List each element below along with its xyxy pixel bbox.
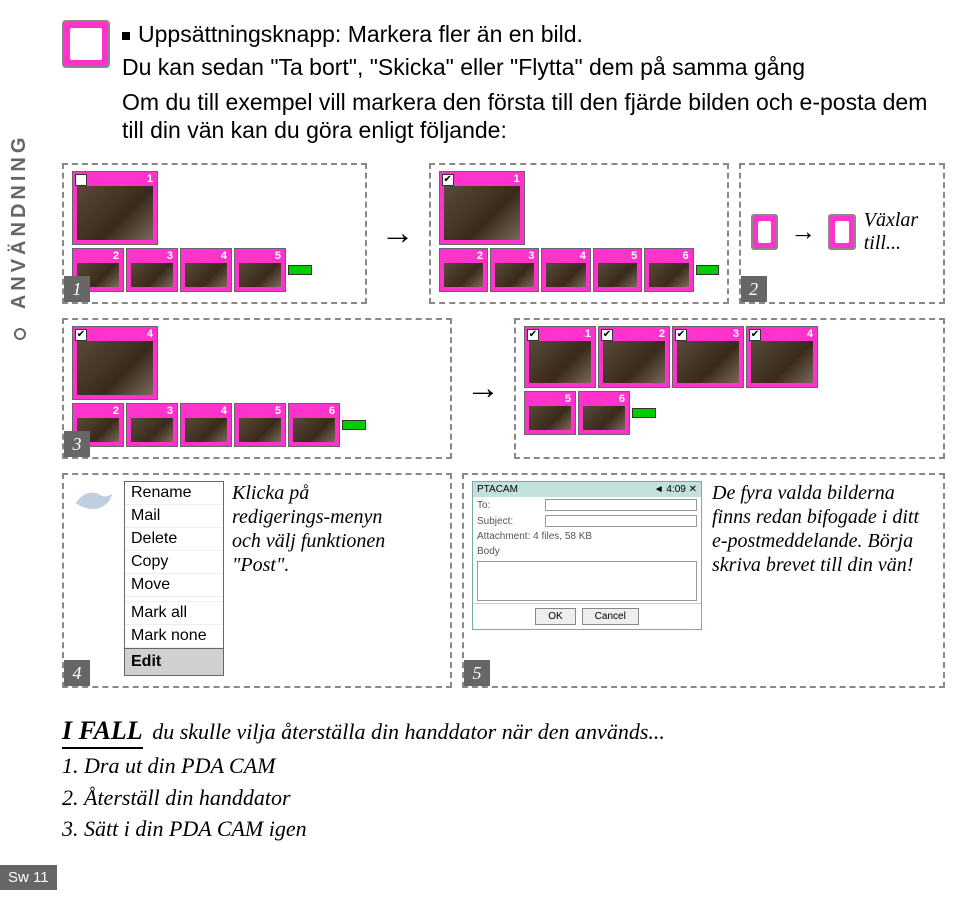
thumbnail: ✔4 bbox=[72, 326, 158, 400]
email-body-input[interactable] bbox=[477, 561, 697, 601]
thumbnail: 6 bbox=[644, 248, 693, 292]
email-body-label: Body bbox=[477, 546, 541, 557]
mode-a-icon bbox=[751, 214, 779, 250]
step-number: 4 bbox=[64, 660, 90, 686]
step-number: 2 bbox=[741, 276, 767, 302]
thumbnail: 3 bbox=[490, 248, 539, 292]
menu-item-marknone[interactable]: Mark none bbox=[125, 625, 223, 648]
step-1b-strip: ✔1 2 3 4 5 6 bbox=[429, 163, 729, 304]
email-to-input[interactable] bbox=[545, 499, 697, 511]
ifail-rest: du skulle vilja återställa din handdator… bbox=[152, 719, 665, 744]
arrow-icon: → bbox=[786, 216, 820, 247]
email-attach-label: Attachment: 4 files, 58 KB bbox=[477, 531, 592, 542]
thumbnail: 3 bbox=[126, 248, 178, 292]
thumbnail: 5 bbox=[234, 403, 286, 447]
step-3b-strip: ✔1 ✔2 ✔3 ✔4 5 6 bbox=[514, 318, 945, 459]
thumbnail: 5 bbox=[234, 248, 286, 292]
email-cancel-button[interactable]: Cancel bbox=[582, 608, 639, 625]
thumbnail: 5 bbox=[524, 391, 576, 435]
dove-icon bbox=[72, 481, 116, 525]
menu-item-markall[interactable]: Mark all bbox=[125, 602, 223, 625]
intro-text: Uppsättningsknapp: Markera fler än en bi… bbox=[122, 20, 945, 145]
thumbnail: ✔3 bbox=[672, 326, 744, 388]
step-number: 3 bbox=[64, 431, 90, 457]
thumbnail: 2 bbox=[439, 248, 488, 292]
email-app-title: PTACAM bbox=[477, 484, 518, 495]
battery-icon bbox=[342, 420, 366, 430]
thumbnail: ✔1 bbox=[524, 326, 596, 388]
ifail-step2: 2. Återställ din handdator bbox=[62, 782, 945, 814]
step-number: 5 bbox=[464, 660, 490, 686]
menu-item-move[interactable]: Move bbox=[125, 574, 223, 597]
thumbnail: 3 bbox=[126, 403, 178, 447]
email-to-label: To: bbox=[477, 500, 541, 511]
thumbnail: ✔2 bbox=[598, 326, 670, 388]
thumbnail: 6 bbox=[288, 403, 340, 447]
thumbnail: 1 bbox=[72, 171, 158, 245]
battery-icon bbox=[696, 265, 719, 275]
thumbnail: 4 bbox=[541, 248, 590, 292]
thumbnail: ✔1 bbox=[439, 171, 525, 245]
step-2-panel: → Växlar till... 2 bbox=[739, 163, 945, 304]
intro-block: Uppsättningsknapp: Markera fler än en bi… bbox=[62, 20, 945, 145]
thumbnail: 4 bbox=[180, 248, 232, 292]
menu-item-mail[interactable]: Mail bbox=[125, 505, 223, 528]
ifail-head: I FALL bbox=[62, 716, 143, 749]
ifail-step1: 1. Dra ut din PDA CAM bbox=[62, 750, 945, 782]
arrow-icon: → bbox=[462, 369, 504, 408]
edit-menu[interactable]: Rename Mail Delete Copy Move Mark all Ma… bbox=[124, 481, 224, 676]
battery-icon bbox=[632, 408, 656, 418]
sidebar-circle-icon bbox=[14, 328, 26, 340]
step4-text: Klicka på redigerings-menyn och välj fun… bbox=[232, 481, 412, 577]
thumbnail: ✔4 bbox=[746, 326, 818, 388]
menu-edit-button[interactable]: Edit bbox=[125, 648, 223, 675]
email-subject-label: Subject: bbox=[477, 516, 541, 527]
toggle-note: Växlar till... bbox=[864, 209, 935, 255]
arrow-icon: → bbox=[377, 214, 419, 253]
menu-item-rename[interactable]: Rename bbox=[125, 482, 223, 505]
step-number: 1 bbox=[64, 276, 90, 302]
thumbnail: 6 bbox=[578, 391, 630, 435]
settings-icon bbox=[62, 20, 110, 68]
ifail-step3: 3. Sätt i din PDA CAM igen bbox=[62, 813, 945, 845]
step5-text: De fyra valda bilderna finns redan bifog… bbox=[712, 481, 932, 577]
menu-item-delete[interactable]: Delete bbox=[125, 528, 223, 551]
thumbnail: 4 bbox=[180, 403, 232, 447]
mode-b-icon bbox=[828, 214, 856, 250]
step-3-panel: ✔4 2 3 4 5 6 3 bbox=[62, 318, 452, 459]
step-4-panel: Rename Mail Delete Copy Move Mark all Ma… bbox=[62, 473, 452, 688]
menu-item-copy[interactable]: Copy bbox=[125, 551, 223, 574]
bullet-icon bbox=[122, 32, 130, 40]
battery-icon bbox=[288, 265, 312, 275]
email-subject-input[interactable] bbox=[545, 515, 697, 527]
email-compose: PTACAM ◄ 4:09 ✕ To: Subject: Attachment:… bbox=[472, 481, 702, 630]
page-number: Sw 11 bbox=[0, 865, 57, 890]
email-ok-button[interactable]: OK bbox=[535, 608, 575, 625]
step-1-panel: 1 2 3 4 5 1 bbox=[62, 163, 367, 304]
email-clock: ◄ 4:09 ✕ bbox=[654, 484, 697, 495]
ifail-block: I FALL du skulle vilja återställa din ha… bbox=[62, 712, 945, 845]
thumbnail: 5 bbox=[593, 248, 642, 292]
step-5-panel: PTACAM ◄ 4:09 ✕ To: Subject: Attachment:… bbox=[462, 473, 945, 688]
sidebar-label: ANVÄNDNING bbox=[8, 134, 31, 340]
